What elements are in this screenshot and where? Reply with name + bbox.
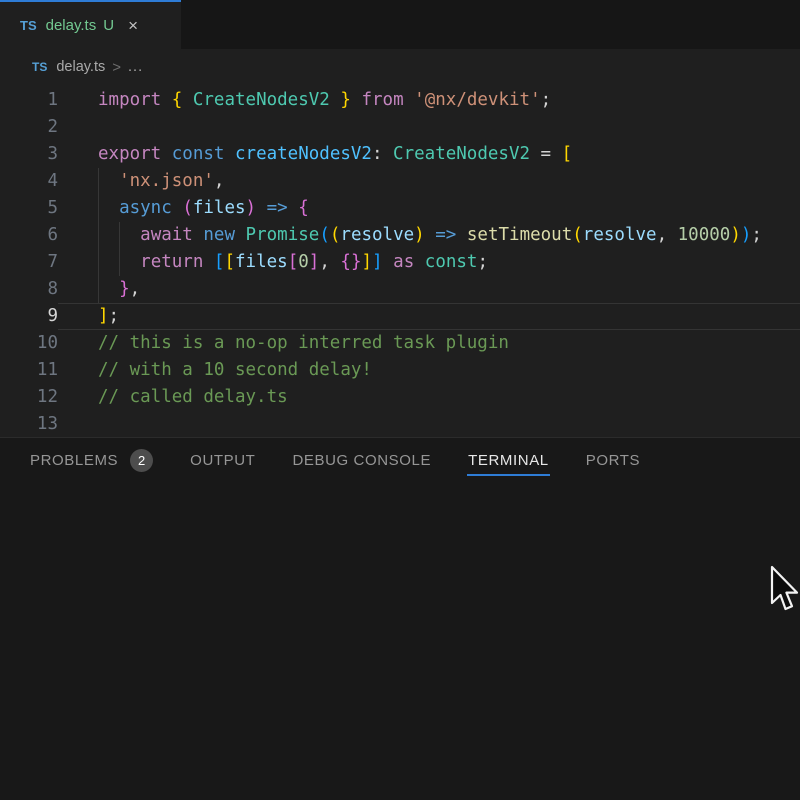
code-line[interactable]: 13 [0, 411, 800, 438]
code-line[interactable]: 6 await new Promise((resolve) => setTime… [0, 222, 800, 249]
panel-tab-output[interactable]: OUTPUT [189, 446, 256, 476]
breadcrumb[interactable]: TS delay.ts > ... [32, 56, 143, 78]
code-line[interactable]: 11 // with a 10 second delay! [0, 357, 800, 384]
code-line[interactable]: 2 [0, 114, 800, 141]
typescript-file-icon: TS [32, 60, 47, 74]
code-line-content: // called delay.ts [98, 384, 288, 411]
panel-tab-label: DEBUG CONSOLE [292, 452, 431, 469]
typescript-file-icon: TS [20, 18, 37, 33]
code-line[interactable]: 5 async (files) => { [0, 195, 800, 222]
git-status-badge: U [103, 17, 114, 34]
bottom-panel: PROBLEMS 2 OUTPUT DEBUG CONSOLE TERMINAL PORT… [0, 437, 800, 800]
vscode-window: TS delay.ts U × TS delay.ts > ... 1 impor… [0, 0, 800, 800]
line-number: 7 [0, 249, 58, 276]
line-number: 10 [0, 330, 58, 357]
editor-tab-bar: TS delay.ts U × [0, 0, 800, 49]
line-number: 5 [0, 195, 58, 222]
code-line-content: }, [98, 276, 140, 303]
code-line[interactable]: 4 'nx.json', [0, 168, 800, 195]
code-line[interactable]: 8 }, [0, 276, 800, 303]
panel-tab-terminal[interactable]: TERMINAL [467, 446, 550, 476]
line-number: 6 [0, 222, 58, 249]
panel-tab-label: PORTS [586, 452, 640, 469]
panel-tab-label: PROBLEMS [30, 452, 118, 469]
line-number: 4 [0, 168, 58, 195]
panel-tab-bar: PROBLEMS 2 OUTPUT DEBUG CONSOLE TERMINAL PORT… [0, 440, 800, 482]
line-number: 2 [0, 114, 58, 141]
code-line[interactable]: 1 import { CreateNodesV2 } from '@nx/devk… [0, 87, 800, 114]
line-number: 8 [0, 276, 58, 303]
line-number: 11 [0, 357, 58, 384]
close-icon[interactable]: × [128, 17, 138, 34]
breadcrumb-symbol-ellipsis[interactable]: ... [128, 59, 143, 75]
line-number: 13 [0, 411, 58, 438]
code-editor[interactable]: 1 import { CreateNodesV2 } from '@nx/devk… [0, 87, 800, 438]
code-line-content: return [[files[0], {}]] as const; [98, 249, 488, 276]
line-number: 3 [0, 141, 58, 168]
line-number: 9 [0, 303, 58, 330]
panel-tab-label: OUTPUT [190, 452, 255, 469]
code-line[interactable]: 12 // called delay.ts [0, 384, 800, 411]
tab-title: delay.ts [46, 17, 97, 34]
code-line-content: 'nx.json', [98, 168, 224, 195]
panel-tab-ports[interactable]: PORTS [585, 446, 641, 476]
code-line-content: import { CreateNodesV2 } from '@nx/devki… [98, 87, 551, 114]
code-line[interactable]: 7 return [[files[0], {}]] as const; [0, 249, 800, 276]
panel-tab-problems[interactable]: PROBLEMS 2 [29, 446, 154, 476]
chevron-right-icon: > [112, 59, 121, 76]
code-line-content: // this is a no-op interred task plugin [98, 330, 509, 357]
code-line-content: async (files) => { [98, 195, 309, 222]
panel-tab-label: TERMINAL [468, 452, 549, 469]
problems-count-badge: 2 [130, 449, 153, 472]
code-line-content: // with a 10 second delay! [98, 357, 372, 384]
code-line[interactable]: 3 export const createNodesV2: CreateNodes… [0, 141, 800, 168]
line-number: 12 [0, 384, 58, 411]
panel-tab-debug-console[interactable]: DEBUG CONSOLE [291, 446, 432, 476]
code-line[interactable]: 9]; [0, 303, 800, 330]
breadcrumb-file-name[interactable]: delay.ts [56, 59, 105, 75]
code-line[interactable]: 10 // this is a no-op interred task plugi… [0, 330, 800, 357]
line-number: 1 [0, 87, 58, 114]
code-line-content: await new Promise((resolve) => setTimeou… [98, 222, 762, 249]
code-line-content: export const createNodesV2: CreateNodesV… [98, 141, 572, 168]
editor-tab-delay-ts[interactable]: TS delay.ts U × [0, 0, 181, 49]
code-line-content: ]; [98, 303, 119, 330]
